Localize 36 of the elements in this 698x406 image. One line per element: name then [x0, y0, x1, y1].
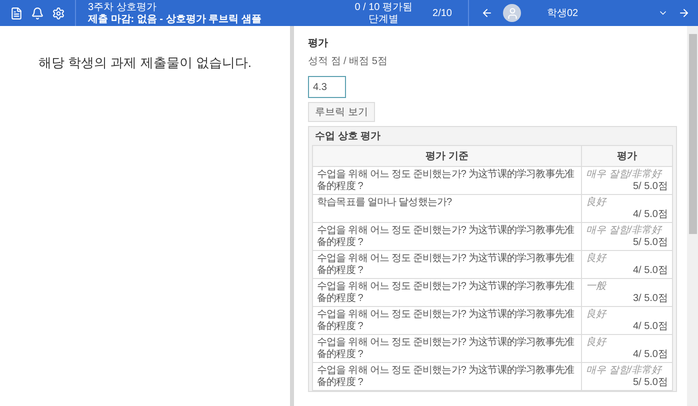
criterion-cell: 수업을 위해 어느 정도 준비했는가? 为这节课的学习教事先准备的程度 ?: [312, 278, 582, 306]
criterion-cell: 수업을 위해 어느 정도 준비했는가? 为这节课的学习教事先准备的程度 ?: [312, 306, 582, 334]
graded-label: 단계별: [368, 14, 399, 24]
view-rubric-button[interactable]: 루브릭 보기: [308, 102, 375, 122]
student-name[interactable]: 학생02: [531, 6, 648, 20]
previous-arrow-icon[interactable]: [481, 7, 493, 19]
assignment-title: 3주차 상호평가: [88, 2, 158, 14]
criterion-cell: 수업을 위해 어느 정도 준비했는가? 为这节课的学习教事先准备的程度 ?: [312, 334, 582, 362]
rubric-title: 수업 상호 평가: [314, 130, 382, 144]
document-icon[interactable]: [10, 6, 23, 20]
rating-cell: 一般 3/ 5.0점: [582, 278, 672, 306]
assignment-subtitle: 제출 마감: 없음 - 상호평가 루브릭 샘플: [88, 14, 262, 24]
graded-count: 0 / 10 평가됨: [354, 2, 413, 14]
rating-cell: 매우 잘함/非常好 5/ 5.0점: [582, 362, 672, 390]
rating-cell: 良好 4/ 5.0점: [582, 250, 672, 278]
settings-icon[interactable]: [52, 6, 65, 20]
criterion-cell: 수업을 위해 어느 정도 준비했는가? 为这节课的学习教事先准备的程度 ?: [312, 362, 582, 390]
column-header: 평가 기준: [312, 146, 582, 166]
next-arrow-icon[interactable]: [678, 7, 690, 19]
criterion-cell: 수업을 위해 어느 정도 준비했는가? 为这节课的学习教事先准备的程度 ?: [312, 166, 582, 194]
student-position: 2/10: [432, 8, 453, 18]
grade-info: 성적 점 / 배점 5점: [308, 55, 388, 68]
rating-cell: 매우 잘함/非常好 5/ 5.0점: [582, 166, 672, 194]
rating-cell: 매우 잘함/非常好 5/ 5.0점: [582, 222, 672, 250]
avatar-icon: [503, 4, 521, 22]
grade-input[interactable]: 4.3: [308, 76, 346, 98]
column-header: 평가: [582, 146, 672, 166]
criterion-cell: 수업을 위해 어느 정도 준비했는가? 为这节课的学习教事先准备的程度 ?: [312, 222, 582, 250]
scrollbar[interactable]: [687, 26, 698, 406]
rating-cell: 良好 4/ 5.0점: [582, 334, 672, 362]
rating-cell: 良好 4/ 5.0점: [582, 194, 672, 222]
criterion-cell: 학습목표를 얼마나 달성했는가?: [312, 194, 582, 222]
criterion-cell: 수업을 위해 어느 정도 준비했는가? 为这节课的学习教事先准备的程度 ?: [312, 250, 582, 278]
rating-cell: 良好 4/ 5.0점: [582, 306, 672, 334]
no-submission-message: 해당 학생의 과제 제출물이 없습니다.: [38, 54, 252, 70]
grade-label: 평가: [308, 37, 329, 50]
